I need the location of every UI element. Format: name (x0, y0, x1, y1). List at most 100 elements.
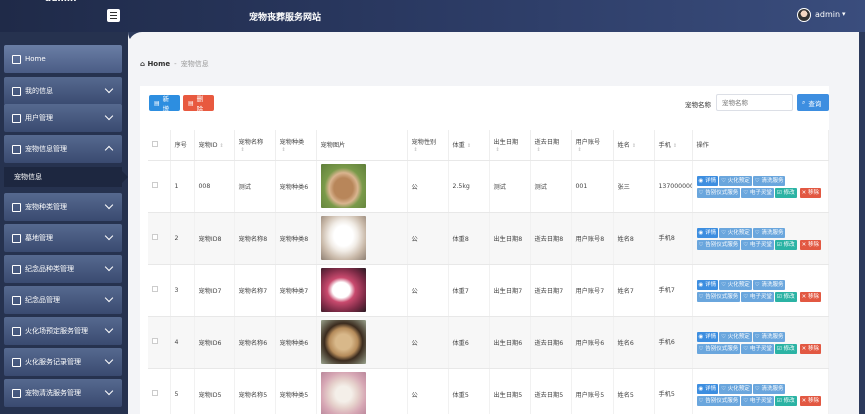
remove-button[interactable]: ✕ 移除 (799, 292, 821, 302)
cell-no: 3 (170, 264, 195, 317)
col-header[interactable]: 姓名 ⇕ (613, 130, 655, 161)
col-header[interactable]: 手机 ⇕ (654, 130, 693, 161)
cell-account: 用户账号8 (571, 212, 614, 265)
col-header[interactable]: 逝去日期 ⇕ (530, 130, 572, 161)
funeral-service-button[interactable]: ♡ 告别仪式服务 (696, 188, 741, 198)
col-header[interactable]: 宠物ID ⇕ (194, 130, 235, 161)
menu-toggle-icon[interactable] (107, 9, 120, 22)
cell-id: 宠物ID8 (194, 212, 235, 265)
cell-person: 张三 (613, 160, 655, 213)
row-checkbox[interactable] (148, 160, 171, 213)
col-header[interactable]: 宠物名称 ⇕ (234, 130, 276, 161)
add-button-label: 新增 (162, 95, 170, 113)
memorial-hall-button[interactable]: ♡ 电子灵堂 (741, 292, 774, 302)
col-header[interactable]: 出生日期 ⇕ (489, 130, 531, 161)
funeral-service-button[interactable]: ♡ 告别仪式服务 (696, 344, 741, 354)
cremation-booking-button[interactable]: ♡ 火化预定 (719, 176, 752, 186)
memorial-label: 电子灵堂 (749, 190, 772, 196)
content-panel: ▤新增 ▤删除 宠物名称 ⌕查询 序号 宠物ID⇕ 宠物名称⇕ 宠物种类⇕ 宠物… (140, 86, 829, 414)
col-header[interactable]: 体重 ⇕ (448, 130, 490, 161)
memorial-hall-button[interactable]: ♡ 电子灵堂 (741, 344, 774, 354)
cell-weight: 体重8 (448, 212, 490, 265)
detail-button[interactable]: ◉ 详情 (696, 176, 719, 186)
cremation-booking-button[interactable]: ♡ 火化预定 (719, 280, 752, 290)
remove-button[interactable]: ✕ 移除 (799, 240, 821, 250)
sidebar-item-cemetery[interactable]: 墓地管理 (4, 224, 122, 252)
delete-button[interactable]: ▤ 删除 (183, 95, 214, 113)
remove-button[interactable]: ✕ 移除 (799, 188, 821, 198)
chevron-down-icon[interactable]: ▾ (842, 10, 846, 18)
heart-icon: ♡ (721, 334, 728, 340)
cleaning-service-button[interactable]: ♡ 清洗服务 (752, 332, 786, 342)
sidebar-item-souvenirs[interactable]: 纪念品管理 (4, 286, 122, 314)
sidebar-item-pet-types[interactable]: 宠物种类管理 (4, 193, 122, 221)
col-header-label: 手机 (658, 142, 671, 150)
cleaning-service-button[interactable]: ♡ 清洗服务 (752, 228, 786, 238)
edit-button[interactable]: ☑ 修改 (774, 188, 797, 198)
sort-icon: ⇕ (240, 146, 245, 153)
user-name[interactable]: admin (815, 10, 840, 19)
detail-button[interactable]: ◉ 详情 (696, 280, 719, 290)
cell-id: 008 (194, 160, 235, 213)
select-all-checkbox[interactable] (148, 130, 171, 161)
cell-kind: 宠物种类6 (275, 316, 317, 369)
pet-photo[interactable] (320, 268, 366, 312)
remove-button[interactable]: ✕ 移除 (799, 344, 821, 354)
cleaning-service-button[interactable]: ♡ 清洗服务 (752, 280, 786, 290)
row-checkbox[interactable] (148, 316, 171, 369)
sidebar-item-pet-cleaning[interactable]: 宠物清洗服务管理 (4, 379, 122, 407)
pet-photo[interactable] (320, 164, 366, 208)
col-header-label: 宠物名称 (238, 138, 264, 146)
sidebar-item-home[interactable]: Home (4, 45, 122, 73)
cell-gender: 公 (407, 160, 449, 213)
col-header[interactable]: 宠物性别 ⇕ (407, 130, 449, 161)
cremation-label: 火化预定 (727, 386, 750, 392)
pet-photo[interactable] (320, 216, 366, 260)
funeral-service-button[interactable]: ♡ 告别仪式服务 (696, 396, 741, 406)
sidebar-item-users[interactable]: 用户管理 (4, 104, 122, 132)
avatar[interactable] (797, 8, 811, 22)
memorial-hall-button[interactable]: ♡ 电子灵堂 (741, 188, 774, 198)
sidebar-item-cremation-booking[interactable]: 火化场预定服务管理 (4, 317, 122, 345)
remove-button[interactable]: ✕ 移除 (799, 396, 821, 406)
detail-button[interactable]: ◉ 详情 (696, 332, 719, 342)
col-header[interactable]: 宠物种类 ⇕ (275, 130, 317, 161)
breadcrumb-home[interactable]: ⌂ Home (140, 60, 170, 68)
cremation-booking-button[interactable]: ♡ 火化预定 (719, 332, 752, 342)
sidebar-item-my-info[interactable]: 我的信息 (4, 77, 122, 105)
pet-photo[interactable] (320, 320, 366, 364)
edit-label: 修改 (783, 346, 795, 352)
sidebar-item-souvenir-types[interactable]: 纪念品种类管理 (4, 255, 122, 283)
detail-button[interactable]: ◉ 详情 (696, 228, 719, 238)
edit-button[interactable]: ☑ 修改 (774, 396, 797, 406)
col-header[interactable]: 用户账号 ⇕ (571, 130, 614, 161)
memorial-hall-button[interactable]: ♡ 电子灵堂 (741, 240, 774, 250)
edit-button[interactable]: ☑ 修改 (774, 240, 797, 250)
cleaning-service-button[interactable]: ♡ 清洗服务 (752, 176, 786, 186)
row-checkbox[interactable] (148, 212, 171, 265)
sidebar-item-cremation-records[interactable]: 火化服务记录管理 (4, 348, 122, 376)
row-checkbox[interactable] (148, 368, 171, 414)
edit-button[interactable]: ☑ 修改 (774, 292, 797, 302)
cell-phone: 手机7 (654, 264, 693, 317)
cell-phone: 手机6 (654, 316, 693, 369)
search-button[interactable]: ⌕ 查询 (797, 94, 829, 111)
cell-kind: 宠物种类8 (275, 212, 317, 265)
detail-button[interactable]: ◉ 详情 (696, 384, 719, 394)
memorial-hall-button[interactable]: ♡ 电子灵堂 (741, 396, 774, 406)
funeral-service-button[interactable]: ♡ 告别仪式服务 (696, 292, 741, 302)
cell-account: 001 (571, 160, 614, 213)
grid-icon (12, 295, 21, 305)
sidebar-item-pet-info[interactable]: 宠物信息管理 (4, 135, 122, 163)
sidebar-subitem-pet-info[interactable]: 宠物信息 (4, 167, 128, 187)
row-checkbox[interactable] (148, 264, 171, 317)
search-input[interactable] (716, 94, 793, 111)
col-header: 宠物图片 (316, 130, 408, 161)
edit-button[interactable]: ☑ 修改 (774, 344, 797, 354)
pet-photo[interactable] (320, 372, 366, 414)
cremation-booking-button[interactable]: ♡ 火化预定 (719, 228, 752, 238)
cleaning-service-button[interactable]: ♡ 清洗服务 (752, 384, 786, 394)
add-button[interactable]: ▤ 新增 (149, 95, 180, 113)
cremation-booking-button[interactable]: ♡ 火化预定 (719, 384, 752, 394)
funeral-service-button[interactable]: ♡ 告别仪式服务 (696, 240, 741, 250)
